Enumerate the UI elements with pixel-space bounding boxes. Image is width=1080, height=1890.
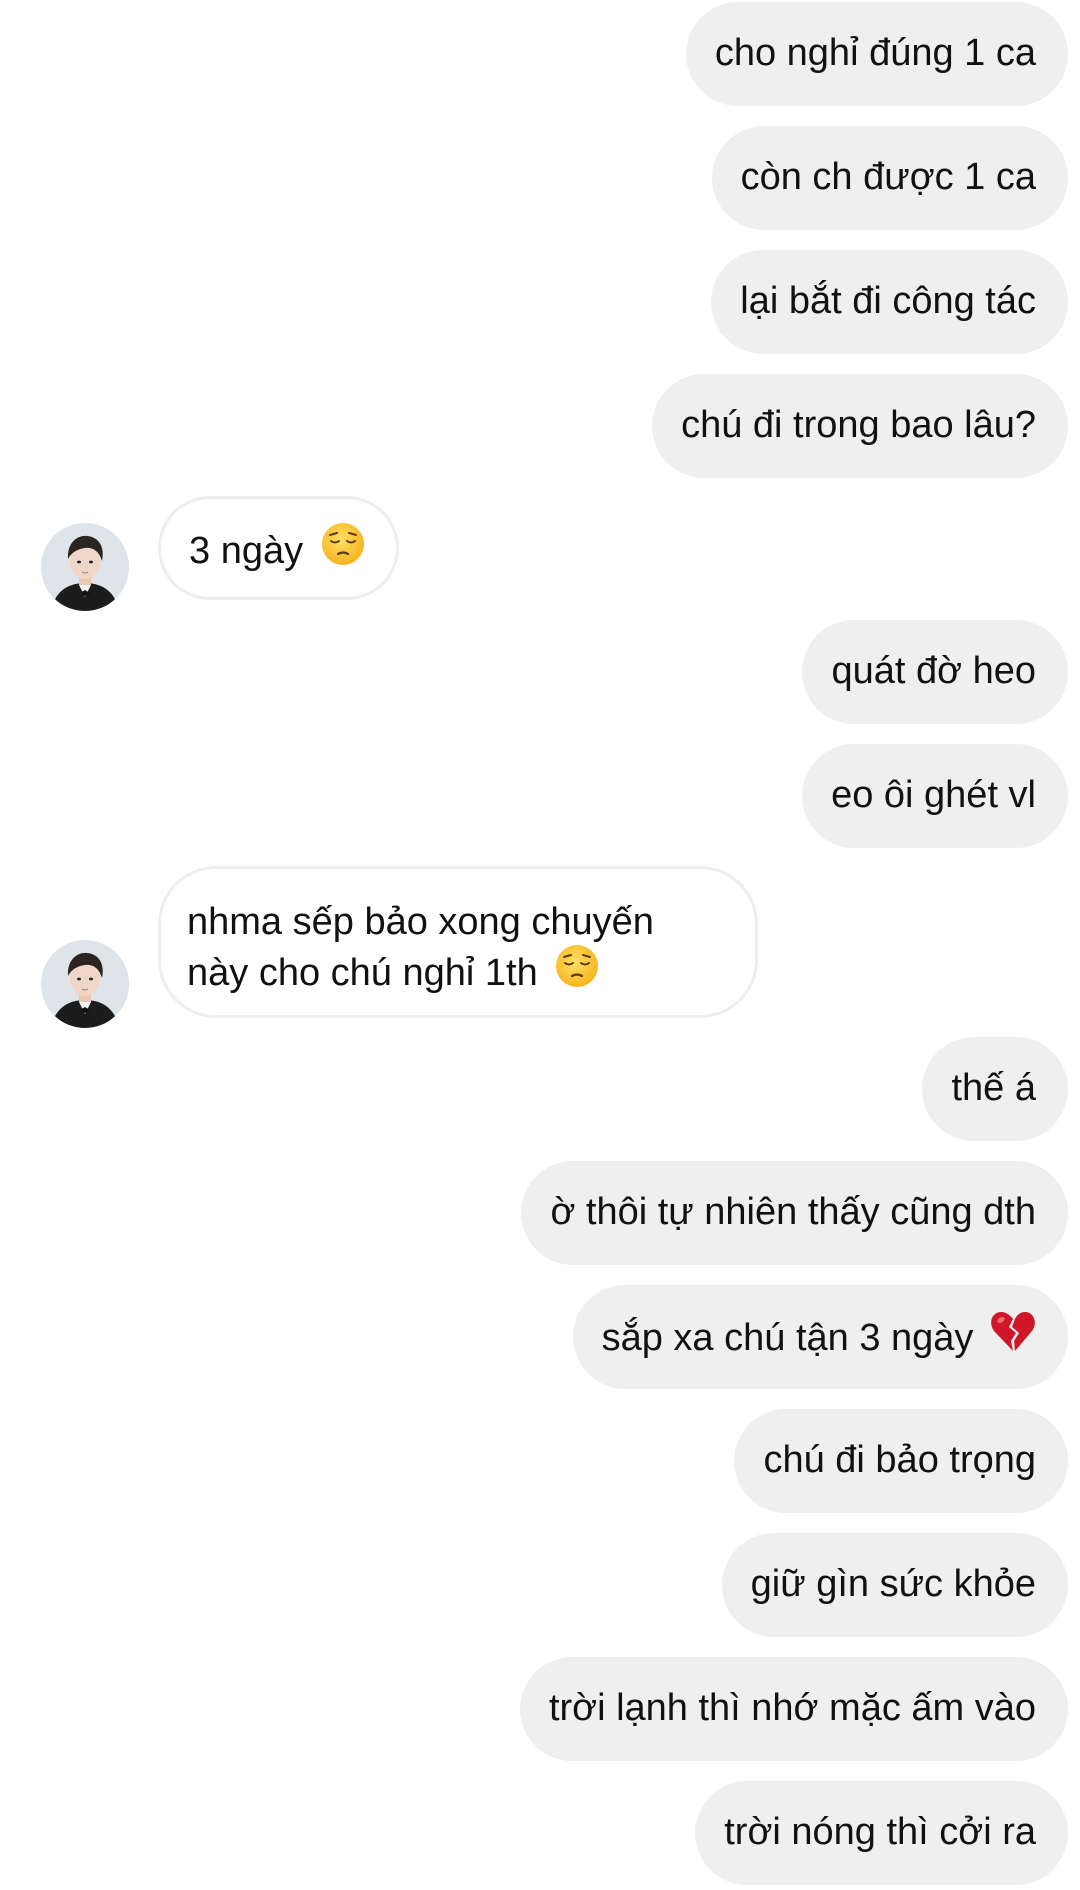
message-text: quát đờ heo	[831, 650, 1036, 692]
message-text: trời lạnh thì nhớ mặc ấm vào	[548, 1687, 1036, 1729]
message-text: ờ thôi tự nhiên thấy cũng dth	[550, 1191, 1036, 1233]
outgoing-message[interactable]: còn ch được 1 ca	[711, 126, 1068, 230]
pensive-face-icon	[554, 943, 600, 1001]
incoming-message[interactable]: 3 ngày	[158, 496, 399, 600]
outgoing-message[interactable]: quát đờ heo	[802, 620, 1068, 724]
message-text-line-1: nhma sếp bảo xong chuyến	[187, 901, 654, 943]
contact-avatar[interactable]	[41, 940, 129, 1028]
message-text-line-2: này cho chú nghỉ 1th	[187, 943, 725, 1004]
contact-avatar[interactable]	[41, 523, 129, 611]
outgoing-message[interactable]: chú đi bảo trọng	[734, 1409, 1068, 1513]
incoming-message[interactable]: nhma sếp bảo xong chuyến này cho chú ngh…	[158, 866, 758, 1018]
outgoing-message[interactable]: thế á	[922, 1037, 1068, 1141]
message-text: 3 ngày	[189, 530, 304, 573]
message-text: chú đi trong bao lâu?	[681, 404, 1036, 446]
message-text: eo ôi ghét vl	[831, 774, 1036, 816]
chat-thread: cho nghỉ đúng 1 ca còn ch được 1 ca lại …	[0, 0, 1080, 1890]
message-text: giữ gìn sức khỏe	[750, 1563, 1036, 1605]
message-text: trời nóng thì cởi ra	[724, 1811, 1036, 1853]
outgoing-message[interactable]: trời nóng thì cởi ra	[695, 1781, 1068, 1885]
avatar-image	[41, 523, 129, 611]
outgoing-message[interactable]: cho nghỉ đúng 1 ca	[685, 2, 1068, 106]
message-text: thế á	[951, 1067, 1036, 1109]
outgoing-message[interactable]: giữ gìn sức khỏe	[721, 1533, 1068, 1637]
pensive-face-icon	[320, 521, 366, 579]
outgoing-message[interactable]: chú đi trong bao lâu?	[652, 374, 1068, 478]
outgoing-message[interactable]: lại bắt đi công tác	[711, 250, 1068, 354]
message-text: còn ch được 1 ca	[740, 156, 1036, 198]
broken-heart-icon	[990, 1309, 1036, 1365]
message-text: lại bắt đi công tác	[740, 280, 1036, 322]
outgoing-message[interactable]: eo ôi ghét vl	[802, 744, 1068, 848]
outgoing-message[interactable]: trời lạnh thì nhớ mặc ấm vào	[519, 1657, 1068, 1761]
message-text: chú đi bảo trọng	[763, 1439, 1036, 1481]
message-text: cho nghỉ đúng 1 ca	[714, 32, 1036, 74]
avatar-image	[41, 940, 129, 1028]
message-text: này cho chú nghỉ 1th	[187, 952, 538, 995]
message-text: sắp xa chú tận 3 ngày	[601, 1317, 974, 1360]
outgoing-message[interactable]: ờ thôi tự nhiên thấy cũng dth	[521, 1161, 1068, 1265]
outgoing-message[interactable]: sắp xa chú tận 3 ngày	[572, 1285, 1068, 1389]
